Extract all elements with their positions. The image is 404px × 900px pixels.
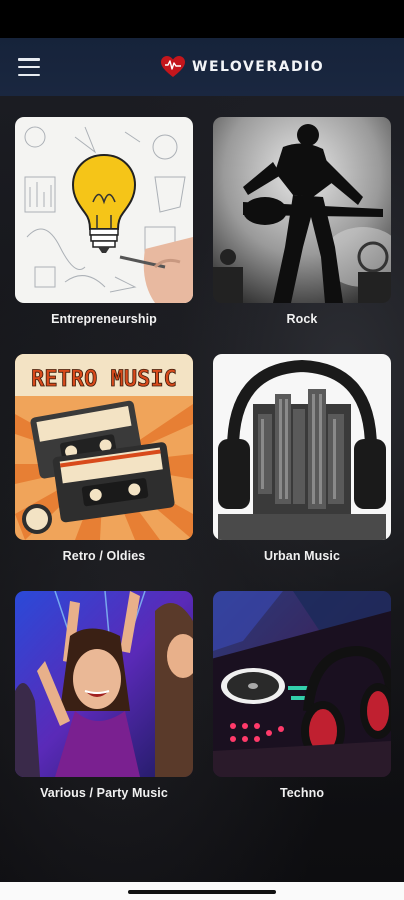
category-card-urban-music[interactable]: Urban Music bbox=[213, 354, 391, 563]
city-headphones-image bbox=[213, 354, 391, 540]
category-label: Urban Music bbox=[263, 549, 341, 563]
menu-line bbox=[18, 73, 40, 76]
category-image-retro-oldies: RETRO MUSIC bbox=[15, 354, 193, 540]
app-logo[interactable]: WELOVERADIO bbox=[160, 53, 324, 81]
category-card-techno[interactable]: Techno bbox=[213, 591, 391, 800]
menu-line bbox=[18, 58, 40, 61]
category-image-entrepreneurship bbox=[15, 117, 193, 303]
app-bar: WELOVERADIO bbox=[0, 38, 404, 96]
category-image-urban-music bbox=[213, 354, 391, 540]
heart-logo-icon bbox=[161, 56, 185, 77]
retro-music-cassettes-image: RETRO MUSIC bbox=[15, 354, 193, 540]
category-label: Techno bbox=[279, 786, 325, 800]
category-label: Rock bbox=[286, 312, 318, 326]
dj-turntable-image bbox=[213, 591, 391, 777]
category-image-party-music bbox=[15, 591, 193, 777]
category-card-party-music[interactable]: Various / Party Music bbox=[15, 591, 193, 800]
party-crowd-image bbox=[15, 591, 193, 777]
category-card-retro-oldies[interactable]: RETRO MUSIC Retro / Oldies bbox=[15, 354, 193, 563]
lightbulb-sketch-image bbox=[15, 117, 193, 303]
category-image-rock bbox=[213, 117, 391, 303]
category-label: Various / Party Music bbox=[40, 786, 168, 800]
logo-text: WELOVERADIO bbox=[192, 59, 325, 75]
hamburger-menu-icon[interactable] bbox=[16, 56, 42, 78]
category-card-rock[interactable]: Rock bbox=[213, 117, 391, 326]
category-card-entrepreneurship[interactable]: Entrepreneurship bbox=[15, 117, 193, 326]
home-indicator[interactable] bbox=[128, 890, 276, 894]
category-label: Entrepreneurship bbox=[51, 312, 157, 326]
category-image-techno bbox=[213, 591, 391, 777]
guitarist-silhouette-image bbox=[213, 117, 391, 303]
status-bar bbox=[0, 0, 404, 38]
menu-line bbox=[18, 65, 40, 69]
retro-music-title: RETRO MUSIC bbox=[31, 367, 177, 392]
category-label: Retro / Oldies bbox=[62, 549, 146, 563]
category-grid: Entrepreneurship Rock RETRO MUSIC Retro … bbox=[0, 96, 404, 882]
